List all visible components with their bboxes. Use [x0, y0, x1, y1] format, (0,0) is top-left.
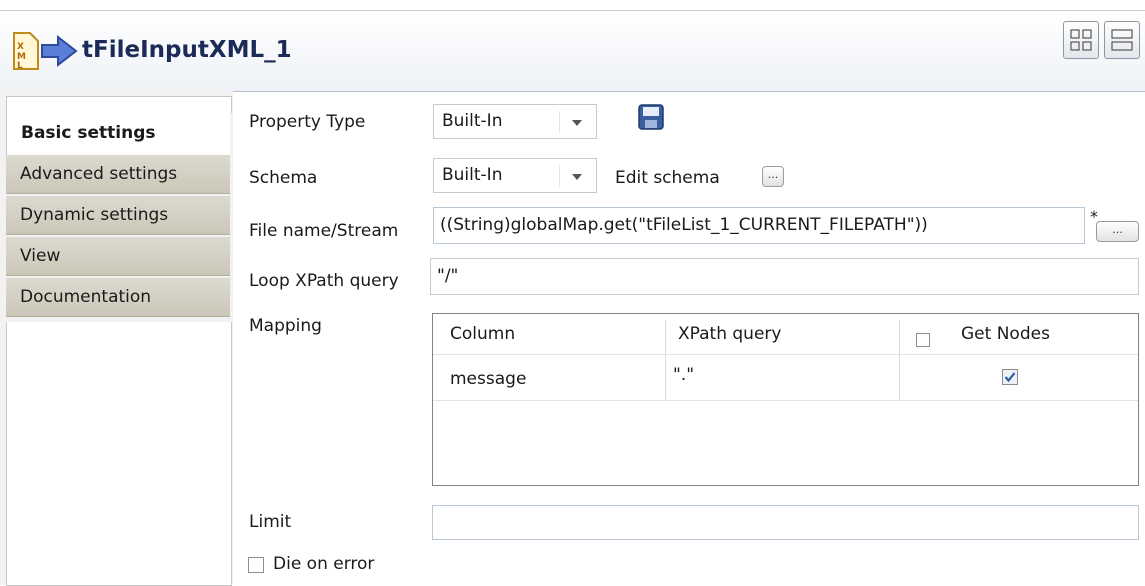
file-name-label: File name/Stream: [249, 221, 399, 241]
tab-dynamic-settings[interactable]: Dynamic settings: [6, 196, 230, 235]
combo-separator: [559, 165, 560, 187]
limit-input[interactable]: [432, 505, 1139, 540]
limit-label: Limit: [249, 512, 292, 532]
get-nodes-row-checkbox[interactable]: [1002, 369, 1018, 385]
row-xpath-value[interactable]: ".": [673, 365, 694, 385]
chevron-down-icon: [572, 174, 582, 180]
schema-select[interactable]: Built-In: [433, 158, 597, 193]
row-column-value[interactable]: message: [450, 369, 526, 389]
property-type-value: Built-In: [442, 111, 503, 131]
schema-value: Built-In: [442, 165, 503, 185]
chevron-down-icon: [572, 120, 582, 126]
tab-advanced-settings[interactable]: Advanced settings: [6, 155, 230, 194]
die-on-error-checkbox[interactable]: [248, 557, 264, 573]
file-name-input[interactable]: ((String)globalMap.get("tFileList_1_CURR…: [433, 207, 1085, 244]
two-column-layout-icon: [1070, 29, 1092, 51]
combo-separator: [559, 111, 560, 133]
component-xml-input-icon: X M L: [13, 32, 78, 71]
two-column-layout-button[interactable]: [1063, 21, 1099, 59]
tab-view[interactable]: View: [6, 237, 230, 276]
get-nodes-header-checkbox[interactable]: [916, 333, 930, 347]
row-separator: [433, 400, 1138, 401]
column-header: Column: [450, 324, 516, 344]
sidebar-top-strip: [6, 96, 232, 113]
die-on-error-label: Die on error: [273, 554, 375, 574]
mapping-table: Column XPath query Get Nodes message ".": [432, 313, 1139, 486]
browse-file-button[interactable]: ...: [1096, 221, 1139, 242]
svg-text:X: X: [17, 42, 24, 52]
single-column-layout-icon: [1111, 29, 1133, 51]
settings-sidebar: Basic settings Advanced settings Dynamic…: [0, 90, 233, 586]
xpath-query-header: XPath query: [678, 324, 782, 344]
tab-basic-settings[interactable]: Basic settings: [6, 112, 230, 155]
table-row[interactable]: message ".": [433, 355, 1138, 400]
tab-documentation[interactable]: Documentation: [6, 278, 230, 317]
loop-xpath-input[interactable]: "/": [430, 258, 1139, 295]
property-type-label: Property Type: [249, 112, 366, 132]
property-type-select[interactable]: Built-In: [433, 104, 597, 139]
edit-schema-label: Edit schema: [615, 168, 720, 188]
svg-text:L: L: [17, 61, 23, 71]
loop-xpath-label: Loop XPath query: [249, 271, 399, 291]
save-icon[interactable]: [637, 103, 665, 131]
mapping-label: Mapping: [249, 316, 322, 336]
sidebar-bottom-panel: [6, 322, 232, 586]
edit-schema-button[interactable]: ...: [762, 166, 784, 187]
component-header: X M L tFileInputXML_1: [0, 10, 1145, 92]
single-column-layout-button[interactable]: [1104, 21, 1140, 59]
get-nodes-header: Get Nodes: [961, 324, 1050, 344]
component-title: tFileInputXML_1: [82, 37, 292, 63]
schema-label: Schema: [249, 168, 318, 188]
